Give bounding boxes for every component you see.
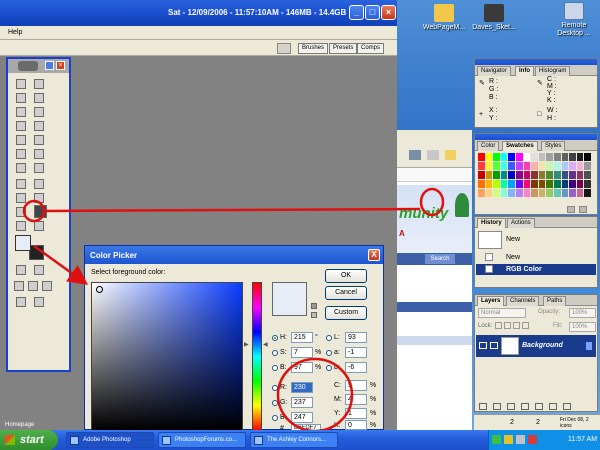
task-ashley-connors[interactable]: The Ashley Connors...: [250, 432, 338, 448]
network-icon[interactable]: [492, 435, 501, 444]
start-label: start: [20, 434, 44, 446]
annotation-circle-rgb: [276, 357, 354, 430]
annotation-arrow: [33, 244, 89, 285]
start-button[interactable]: start: [0, 430, 58, 450]
security-icon[interactable]: [504, 435, 513, 444]
icons-text: icons: [560, 423, 572, 429]
photoshop-icon: [70, 436, 79, 445]
task-label: The Ashley Connors...: [267, 437, 327, 443]
ie-icon: [254, 436, 263, 445]
ie-icon: [162, 436, 171, 445]
bottom-right-strip: 2 2 Fri Dec 08, 2 icons: [474, 414, 600, 430]
clock[interactable]: 11:57 AM: [568, 436, 597, 443]
task-adobe-photoshop[interactable]: Adobe Photoshop: [66, 432, 154, 448]
task-label: PhotoshopForums.co...: [175, 437, 238, 443]
count-a: 2: [510, 419, 514, 426]
windows-logo-icon: [5, 435, 15, 445]
count-b: 2: [536, 419, 540, 426]
annotation-circle-eyedropper: [22, 199, 46, 223]
taskbar: start Adobe Photoshop PhotoshopForums.co…: [0, 430, 600, 450]
task-label: Adobe Photoshop: [83, 437, 131, 443]
alert-icon[interactable]: [528, 435, 537, 444]
homepage-label[interactable]: Homepage: [5, 422, 34, 428]
annotation-overlay: [22, 187, 445, 430]
system-tray: 11:57 AM: [488, 430, 600, 450]
annotation-line: [43, 207, 421, 213]
volume-icon[interactable]: [516, 435, 525, 444]
task-photoshopforums[interactable]: PhotoshopForums.co...: [158, 432, 246, 448]
annotation-circle-sample: [419, 187, 445, 217]
